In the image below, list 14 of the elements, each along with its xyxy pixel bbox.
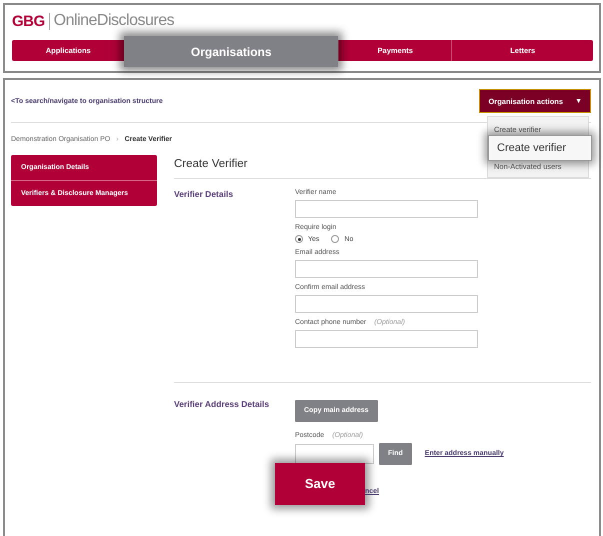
logo-product: OnlineDisclosures <box>52 12 174 30</box>
save-button[interactable]: Save <box>275 462 365 504</box>
radio-button[interactable] <box>331 235 340 243</box>
text-field[interactable] <box>295 260 478 278</box>
postcode-field[interactable] <box>295 444 374 464</box>
menu-item-callout[interactable]: Create verifier <box>488 135 592 161</box>
section-heading: Verifier Details <box>174 189 234 201</box>
text-field[interactable] <box>295 330 478 348</box>
radio-button[interactable] <box>295 235 303 243</box>
nav-tab[interactable]: Organisations <box>124 36 338 67</box>
logo-brand: GBG <box>12 12 50 30</box>
section-heading: Verifier Address Details <box>174 399 270 411</box>
text-field[interactable] <box>295 200 478 218</box>
text-field[interactable] <box>295 295 478 313</box>
